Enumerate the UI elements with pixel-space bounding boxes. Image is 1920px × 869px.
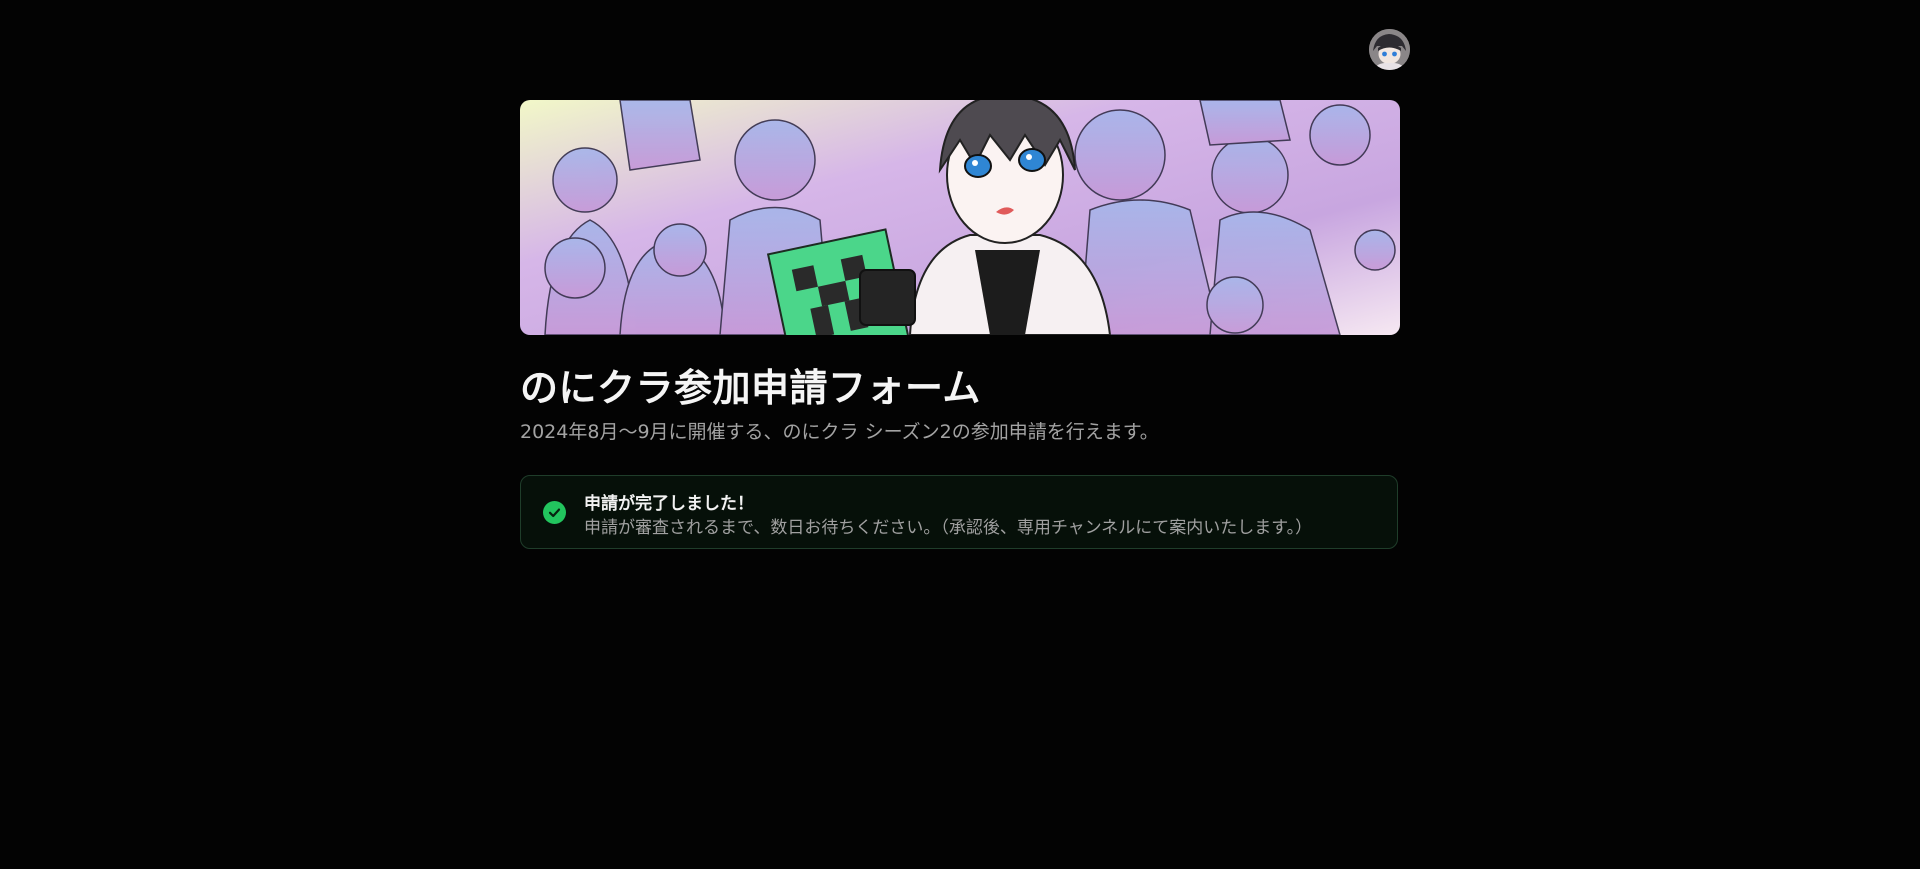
alert-title: 申請が完了しました！ [584,494,754,515]
success-alert: 申請が完了しました！ 申請が審査されるまで、数日お待ちください。（承認後、専用チ… [520,475,1398,550]
check-circle-icon [543,501,566,525]
user-avatar-icon [1369,29,1410,70]
alert-description: 申請が審査されるまで、数日お待ちください。（承認後、専用チャンネルにて案内いたし… [584,518,1313,539]
page-title: のにクラ参加申請フォーム [520,366,981,410]
page: のにクラ参加申請フォーム 2024年8月〜9月に開催する、のにクラ シーズン2の… [0,0,1920,869]
illustration-banner-image [520,100,1400,335]
page-subtitle: 2024年8月〜9月に開催する、のにクラ シーズン2の参加申請を行えます。 [520,420,1159,443]
user-avatar[interactable] [1369,29,1410,70]
main-content: のにクラ参加申請フォーム 2024年8月〜9月に開催する、のにクラ シーズン2の… [520,100,1400,550]
banner-image [520,100,1400,335]
